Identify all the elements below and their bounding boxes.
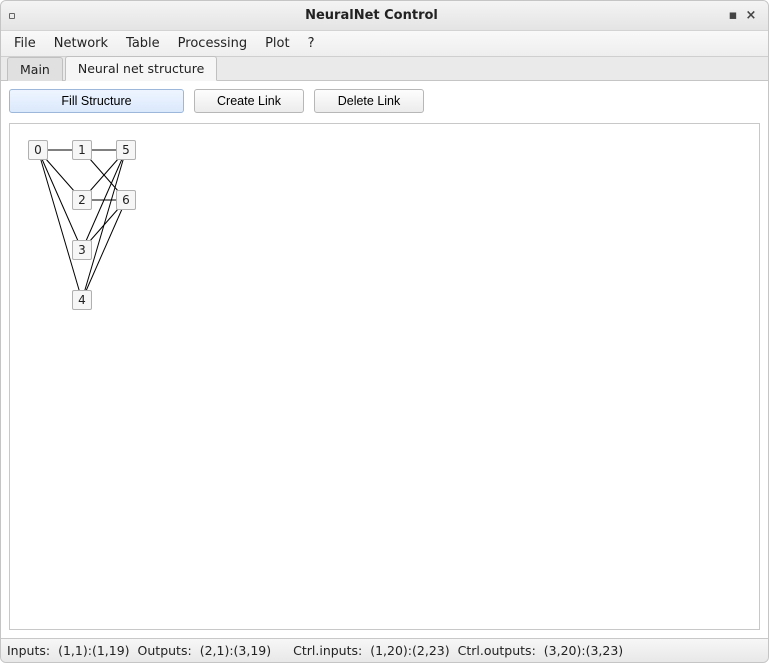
menubar: File Network Table Processing Plot ? [1,31,768,57]
menu-processing[interactable]: Processing [169,34,256,53]
tab-content: Fill Structure Create Link Delete Link 0… [1,81,768,638]
status-ctrl-inputs-label: Ctrl.inputs: [293,643,362,658]
status-outputs-value: (2,1):(3,19) [200,643,271,658]
menu-network[interactable]: Network [45,34,117,53]
status-ctrl-inputs-value: (1,20):(2,23) [370,643,449,658]
graph-canvas[interactable]: 0 1 2 3 4 5 6 [9,123,760,630]
status-outputs-label: Outputs: [138,643,192,658]
graph-node-3[interactable]: 3 [72,240,92,260]
graph-node-0[interactable]: 0 [28,140,48,160]
tabbar: Main Neural net structure [1,57,768,81]
window: NeuralNet Control ▪ × File Network Table… [0,0,769,663]
menu-help[interactable]: ? [299,34,324,53]
status-inputs-value: (1,1):(1,19) [58,643,129,658]
app-icon [9,13,15,19]
graph-edges [18,130,318,430]
toolbar: Fill Structure Create Link Delete Link [9,89,760,113]
menu-table[interactable]: Table [117,34,169,53]
create-link-button[interactable]: Create Link [194,89,304,113]
graph-node-4[interactable]: 4 [72,290,92,310]
graph-node-2[interactable]: 2 [72,190,92,210]
status-inputs-label: Inputs: [7,643,50,658]
delete-link-button[interactable]: Delete Link [314,89,424,113]
graph-node-5[interactable]: 5 [116,140,136,160]
tab-main[interactable]: Main [7,57,63,81]
menu-plot[interactable]: Plot [256,34,299,53]
graph-node-1[interactable]: 1 [72,140,92,160]
titlebar: NeuralNet Control ▪ × [1,1,768,31]
status-ctrl-outputs-value: (3,20):(3,23) [544,643,623,658]
menu-file[interactable]: File [5,34,45,53]
graph-node-6[interactable]: 6 [116,190,136,210]
tab-structure[interactable]: Neural net structure [65,56,217,81]
minimize-button[interactable]: ▪ [724,8,742,23]
close-button[interactable]: × [742,8,760,23]
status-ctrl-outputs-label: Ctrl.outputs: [458,643,536,658]
statusbar: Inputs: (1,1):(1,19) Outputs: (2,1):(3,1… [1,638,768,662]
window-title: NeuralNet Control [19,8,724,23]
fill-structure-button[interactable]: Fill Structure [9,89,184,113]
